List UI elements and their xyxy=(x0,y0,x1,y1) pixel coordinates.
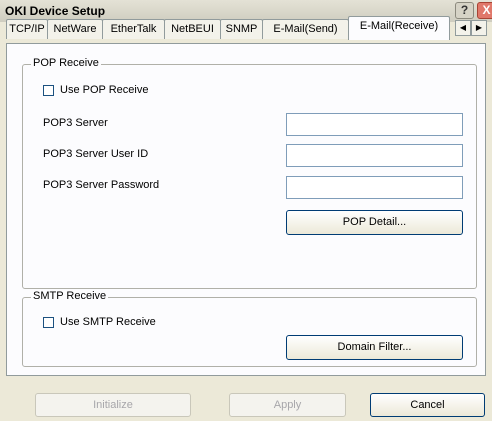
apply-button[interactable]: Apply xyxy=(229,393,346,417)
pop3-password-label: POP3 Server Password xyxy=(43,179,160,191)
pop-receive-legend: POP Receive xyxy=(31,57,101,69)
smtp-receive-legend: SMTP Receive xyxy=(31,290,109,302)
pop-detail-button[interactable]: POP Detail... xyxy=(286,210,463,235)
close-button[interactable]: X xyxy=(477,2,492,19)
use-smtp-receive-label: Use SMTP Receive xyxy=(60,316,156,328)
tab-netbeui[interactable]: NetBEUI xyxy=(164,19,221,39)
tab-scroll-left-icon[interactable]: ◀ xyxy=(455,20,471,36)
tab-email-send[interactable]: E-Mail(Send) xyxy=(262,19,349,39)
pop3-server-label: POP3 Server xyxy=(43,117,108,129)
pop3-user-id-label: POP3 Server User ID xyxy=(43,148,149,160)
window-title: OKI Device Setup xyxy=(5,4,106,18)
tab-email-receive[interactable]: E-Mail(Receive) xyxy=(348,16,450,40)
use-pop-receive-checkbox[interactable] xyxy=(43,85,54,96)
cancel-button[interactable]: Cancel xyxy=(370,393,485,417)
initialize-button[interactable]: Initialize xyxy=(35,393,191,417)
tab-snmp[interactable]: SNMP xyxy=(220,19,263,39)
domain-filter-button[interactable]: Domain Filter... xyxy=(286,335,463,360)
pop-receive-group: POP Receive Use POP Receive POP3 Server … xyxy=(22,57,477,289)
smtp-receive-group: SMTP Receive Use SMTP Receive Domain Fil… xyxy=(22,290,477,367)
pop3-server-input[interactable] xyxy=(286,113,463,136)
pop3-user-id-input[interactable] xyxy=(286,144,463,167)
tab-scroll-right-icon[interactable]: ▶ xyxy=(471,20,487,36)
tab-ethertalk[interactable]: EtherTalk xyxy=(102,19,165,39)
pop3-password-input[interactable] xyxy=(286,176,463,199)
help-button[interactable]: ? xyxy=(455,2,474,19)
tab-netware[interactable]: NetWare xyxy=(47,19,103,39)
use-pop-receive-label: Use POP Receive xyxy=(60,84,149,96)
tab-panel: POP Receive Use POP Receive POP3 Server … xyxy=(6,43,486,376)
use-smtp-receive-checkbox[interactable] xyxy=(43,317,54,328)
tab-tcpip[interactable]: TCP/IP xyxy=(6,19,48,39)
